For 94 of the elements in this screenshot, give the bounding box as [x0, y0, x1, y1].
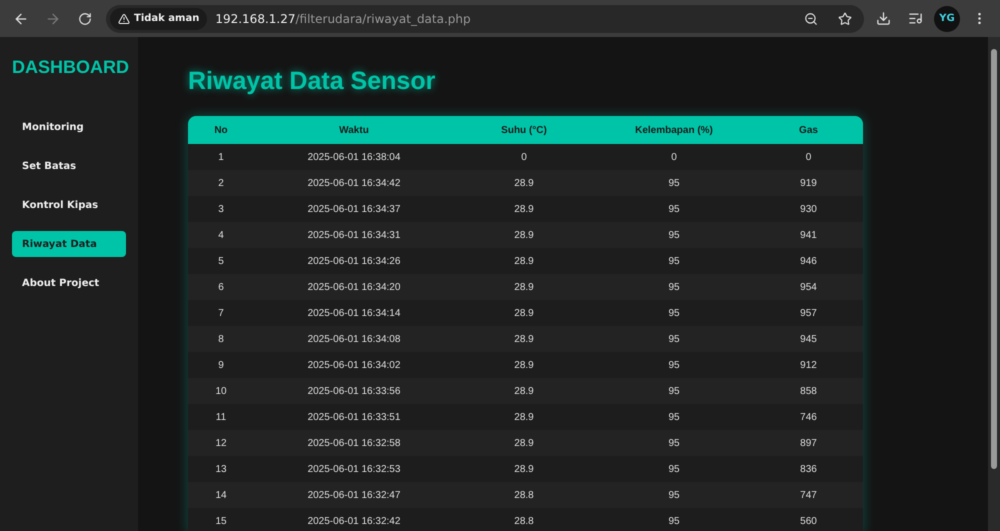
table-cell: 930	[754, 196, 863, 222]
table-cell: 95	[594, 404, 754, 430]
table-cell: 95	[594, 352, 754, 378]
profile-avatar[interactable]: YG	[934, 6, 960, 32]
table-cell: 9	[188, 352, 254, 378]
table-cell: 7	[188, 300, 254, 326]
table-cell: 95	[594, 196, 754, 222]
table-cell: 28.9	[454, 430, 594, 456]
table-cell: 2025-06-01 16:32:53	[254, 456, 454, 482]
table-cell: 95	[594, 300, 754, 326]
table-cell: 95	[594, 508, 754, 531]
page-title: Riwayat Data Sensor	[188, 67, 436, 96]
table-cell: 95	[594, 482, 754, 508]
table-cell: 28.9	[454, 456, 594, 482]
table-cell: 14	[188, 482, 254, 508]
table-cell: 2025-06-01 16:32:58	[254, 430, 454, 456]
table-cell: 95	[594, 326, 754, 352]
table-cell: 5	[188, 248, 254, 274]
column-header: Waktu	[254, 116, 454, 144]
table-cell: 560	[754, 508, 863, 531]
table-cell: 858	[754, 378, 863, 404]
table-cell: 28.9	[454, 274, 594, 300]
table-cell: 2025-06-01 16:32:47	[254, 482, 454, 508]
table-cell: 28.8	[454, 508, 594, 531]
column-header: No	[188, 116, 254, 144]
table-cell: 2025-06-01 16:34:42	[254, 170, 454, 196]
nav-item[interactable]: Riwayat Data	[12, 231, 126, 257]
table-cell: 8	[188, 326, 254, 352]
security-chip[interactable]: Tidak aman	[110, 8, 208, 30]
table-cell: 2025-06-01 16:34:20	[254, 274, 454, 300]
table-cell: 919	[754, 170, 863, 196]
table-cell: 28.9	[454, 326, 594, 352]
table-cell: 954	[754, 274, 863, 300]
table-cell: 2025-06-01 16:34:31	[254, 222, 454, 248]
table-cell: 941	[754, 222, 863, 248]
table-cell: 95	[594, 170, 754, 196]
table-cell: 28.9	[454, 248, 594, 274]
table-cell: 28.9	[454, 378, 594, 404]
scrollbar[interactable]	[988, 37, 1000, 531]
nav-item[interactable]: Set Batas	[12, 153, 126, 179]
table-cell: 13	[188, 456, 254, 482]
table-cell: 945	[754, 326, 863, 352]
table-cell: 95	[594, 456, 754, 482]
table-cell: 95	[594, 274, 754, 300]
table-cell: 0	[754, 144, 863, 170]
table-cell: 28.9	[454, 170, 594, 196]
column-header: Gas	[754, 116, 863, 144]
table-cell: 946	[754, 248, 863, 274]
table-cell: 15	[188, 508, 254, 531]
table-cell: 897	[754, 430, 863, 456]
table-cell: 10	[188, 378, 254, 404]
table-cell: 2025-06-01 16:38:04	[254, 144, 454, 170]
table-cell: 6	[188, 274, 254, 300]
nav-item[interactable]: Kontrol Kipas	[12, 192, 126, 218]
table-cell: 1	[188, 144, 254, 170]
table-cell: 95	[594, 222, 754, 248]
table-cell: 746	[754, 404, 863, 430]
table-cell: 747	[754, 482, 863, 508]
column-header: Suhu (°C)	[454, 116, 594, 144]
table-cell: 2	[188, 170, 254, 196]
scrollbar-thumb[interactable]	[991, 49, 997, 469]
table-cell: 2025-06-01 16:34:37	[254, 196, 454, 222]
table-cell: 2025-06-01 16:34:26	[254, 248, 454, 274]
table-cell: 2025-06-01 16:33:56	[254, 378, 454, 404]
table-cell: 95	[594, 430, 754, 456]
table-cell: 957	[754, 300, 863, 326]
table-cell: 0	[594, 144, 754, 170]
table-cell: 3	[188, 196, 254, 222]
table-cell: 0	[454, 144, 594, 170]
table-cell: 912	[754, 352, 863, 378]
table-cell: 12	[188, 430, 254, 456]
table-cell: 95	[594, 248, 754, 274]
table-cell: 28.9	[454, 222, 594, 248]
table-cell: 28.9	[454, 352, 594, 378]
nav-item[interactable]: About Project	[12, 270, 126, 296]
table-cell: 2025-06-01 16:34:08	[254, 326, 454, 352]
table-cell: 2025-06-01 16:34:14	[254, 300, 454, 326]
table-cell: 2025-06-01 16:33:51	[254, 404, 454, 430]
table-cell: 28.9	[454, 300, 594, 326]
table-cell: 836	[754, 456, 863, 482]
address-bar[interactable]: Tidak aman 192.168.1.27/filterudara/riwayat_data.php	[106, 4, 864, 32]
table-cell: 28.8	[454, 482, 594, 508]
table-cell: 4	[188, 222, 254, 248]
url-text: 192.168.1.27/filterudara/riwayat_data.php	[215, 12, 472, 26]
sidebar-title: DASHBOARD	[12, 57, 126, 78]
table-cell: 28.9	[454, 196, 594, 222]
table-cell: 95	[594, 378, 754, 404]
table-cell: 11	[188, 404, 254, 430]
table-cell: 2025-06-01 16:32:42	[254, 508, 454, 531]
table-cell: 2025-06-01 16:34:02	[254, 352, 454, 378]
table-cell: 28.9	[454, 404, 594, 430]
nav-item[interactable]: Monitoring	[12, 114, 126, 140]
column-header: Kelembapan (%)	[594, 116, 754, 144]
warning-icon	[118, 12, 130, 24]
